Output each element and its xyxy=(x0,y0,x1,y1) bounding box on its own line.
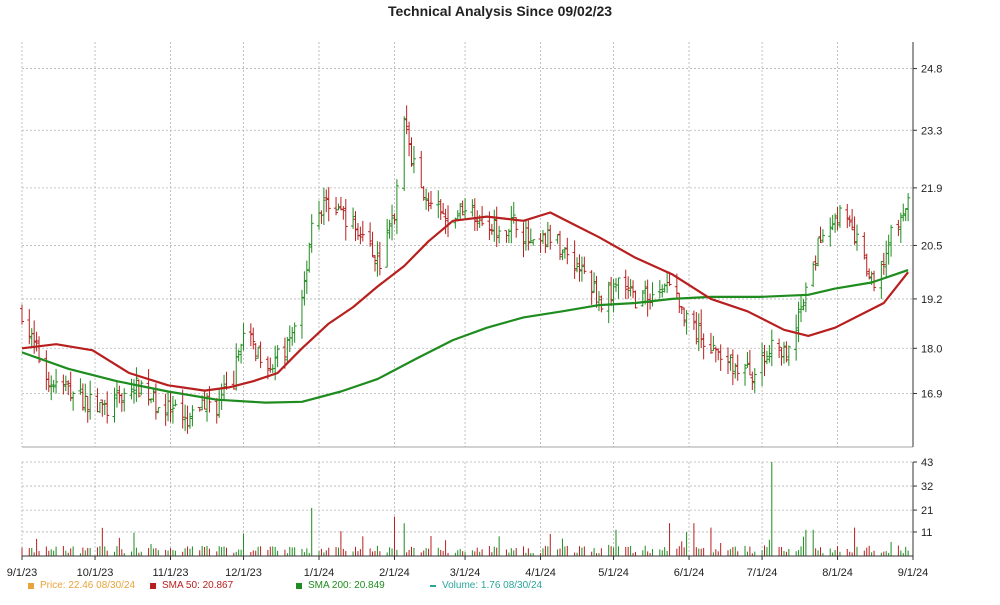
price-tick-label: 18.0 xyxy=(921,343,942,355)
volume-tick-label: 11 xyxy=(921,527,932,539)
legend-swatch-sma200 xyxy=(296,582,302,589)
volume-tick-label: 21 xyxy=(921,505,933,517)
x-tick-label: 8/1/24 xyxy=(822,567,853,579)
x-tick-label: 6/1/24 xyxy=(674,567,705,579)
x-tick-label: 12/1/23 xyxy=(225,567,262,579)
price-tick-label: 19.2 xyxy=(921,294,942,306)
price-tick-label: 24.8 xyxy=(921,64,942,76)
legend-label-volume: Volume: 1.76 08/30/24 xyxy=(442,580,543,591)
price-tick-label: 21.9 xyxy=(921,183,942,195)
volume-layer xyxy=(21,462,909,556)
legend-item-price: Price: 22.46 08/30/24 xyxy=(28,580,135,591)
x-tick-label: 2/1/24 xyxy=(379,567,410,579)
price-tick-label: 23.3 xyxy=(921,125,942,137)
x-tick-label: 9/1/24 xyxy=(898,567,929,579)
legend-item-volume: Volume: 1.76 08/30/24 xyxy=(430,580,542,591)
x-tick-label: 7/1/24 xyxy=(747,567,778,579)
grid-layer xyxy=(21,42,914,556)
legend-swatch-volume xyxy=(430,584,436,587)
x-tick-label: 5/1/24 xyxy=(598,567,629,579)
chart-svg: 16.9 18.0 19.2 20.5 21.9 23.3 24.8 11 21 32 43 9/1/… xyxy=(7,42,942,579)
x-tick-label: 1/1/24 xyxy=(304,567,335,579)
price-tick-label: 20.5 xyxy=(921,240,942,252)
legend-swatch-price xyxy=(28,582,34,589)
x-tick-label: 3/1/24 xyxy=(450,567,481,579)
chart-title: Technical Analysis Since 09/02/23 xyxy=(387,3,613,19)
chart-container: Technical Analysis Since 09/02/23 16.9 18… xyxy=(0,0,1000,600)
x-tick-label: 11/1/23 xyxy=(153,567,189,579)
axis-layer: 16.9 18.0 19.2 20.5 21.9 23.3 24.8 11 21 32 43 9/1/… xyxy=(7,42,942,579)
x-tick-label: 9/1/23 xyxy=(7,567,38,579)
legend-item-sma200: SMA 200: 20.849 xyxy=(296,580,385,591)
legend-label-sma200: SMA 200: 20.849 xyxy=(308,580,385,591)
legend-item-sma50: SMA 50: 20.867 xyxy=(150,580,233,591)
volume-tick-label: 32 xyxy=(921,481,933,493)
x-tick-label: 10/1/23 xyxy=(77,567,114,579)
volume-tick-label: 43 xyxy=(921,457,933,469)
price-tick-label: 16.9 xyxy=(921,389,942,401)
legend-swatch-sma50 xyxy=(150,582,156,589)
legend-label-sma50: SMA 50: 20.867 xyxy=(162,580,234,591)
legend-label-price: Price: 22.46 08/30/24 xyxy=(40,580,136,591)
x-tick-label: 4/1/24 xyxy=(525,567,556,579)
